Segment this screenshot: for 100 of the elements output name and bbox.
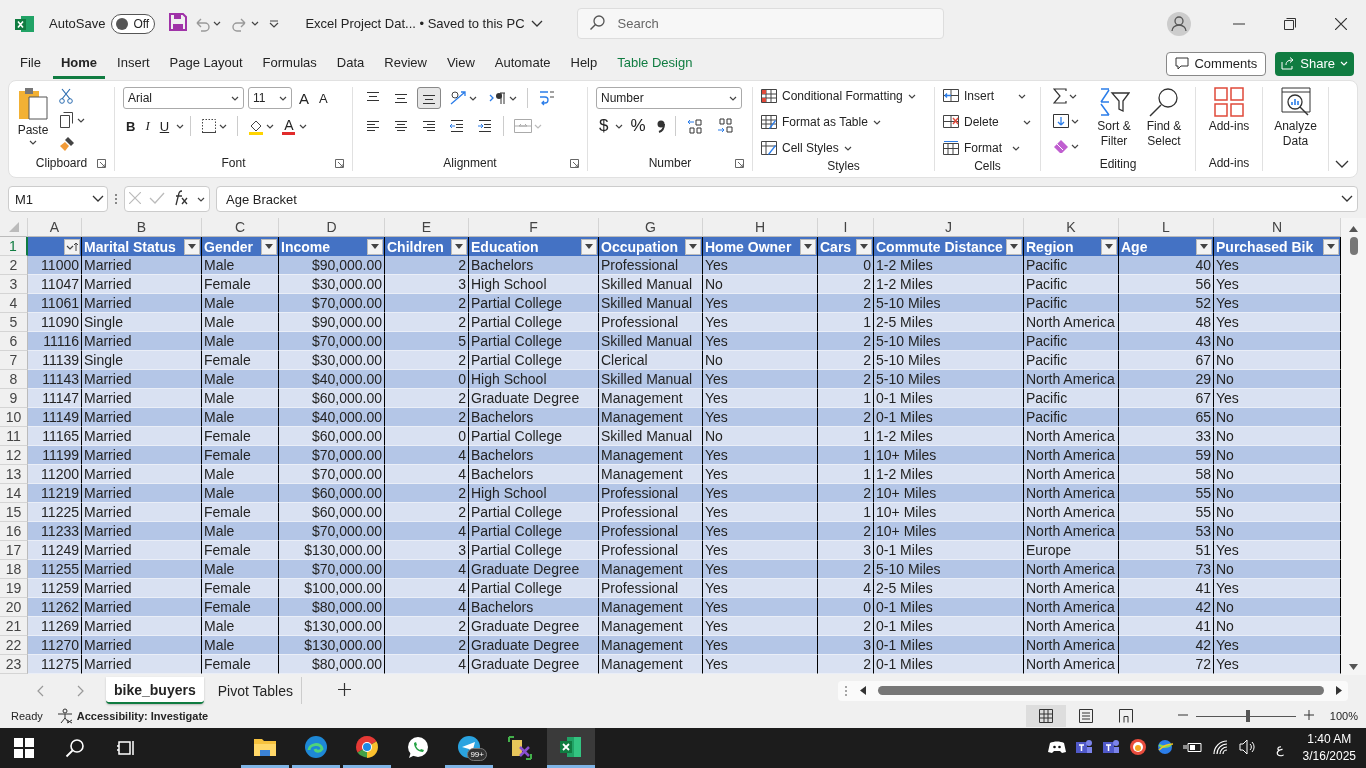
- clock-date[interactable]: 3/16/2025: [1302, 748, 1356, 765]
- font-name-field[interactable]: Arial: [123, 87, 244, 109]
- document-title[interactable]: Excel Project Dat... • Saved to this PC: [305, 16, 543, 31]
- ribbon-tab[interactable]: Review: [376, 48, 435, 79]
- filter-button[interactable]: [1101, 238, 1117, 255]
- font-color-button[interactable]: A: [282, 117, 296, 135]
- italic-button[interactable]: I: [142, 115, 153, 137]
- filter-button[interactable]: [800, 238, 816, 255]
- row-number[interactable]: 13: [5, 466, 22, 482]
- new-sheet-button[interactable]: [337, 682, 351, 699]
- row-number[interactable]: 3: [9, 276, 18, 292]
- sheet-tab[interactable]: bike_buyers: [106, 677, 204, 704]
- view-button[interactable]: [1025, 705, 1066, 727]
- row-number[interactable]: 20: [5, 599, 22, 615]
- scroll-right-button[interactable]: [1336, 683, 1342, 698]
- save-button[interactable]: [169, 13, 188, 34]
- vertical-align-button[interactable]: [417, 87, 441, 109]
- sort-filter-button[interactable]: Sort & Filter: [1093, 87, 1135, 157]
- row-number[interactable]: 6: [9, 333, 18, 349]
- ribbon-tab[interactable]: View: [438, 48, 483, 79]
- row-number[interactable]: 16: [5, 523, 22, 539]
- column-letter[interactable]: B: [136, 219, 147, 235]
- column-letter[interactable]: I: [843, 219, 848, 235]
- filter-button[interactable]: [1006, 238, 1022, 255]
- filter-button[interactable]: [184, 238, 200, 255]
- filter-button[interactable]: [261, 238, 277, 255]
- row-number[interactable]: 4: [9, 295, 18, 311]
- styles-menu-button[interactable]: Cell Styles: [761, 137, 926, 159]
- column-letter[interactable]: D: [326, 219, 337, 235]
- filter-button[interactable]: [685, 238, 701, 255]
- shrink-font-button[interactable]: A: [316, 87, 331, 109]
- formula-field[interactable]: Age Bracket: [216, 186, 1358, 212]
- row-number[interactable]: 18: [5, 561, 22, 577]
- zoom-level[interactable]: 100%: [1329, 710, 1358, 722]
- clock-time[interactable]: 1:40 AM: [1307, 731, 1352, 748]
- column-letter[interactable]: C: [234, 219, 246, 235]
- row-number[interactable]: 14: [5, 485, 22, 501]
- column-letter[interactable]: F: [529, 219, 538, 235]
- row-number[interactable]: 7: [9, 352, 18, 368]
- cells-menu-button[interactable]: Delete: [943, 111, 1032, 133]
- row-number[interactable]: 10: [5, 409, 22, 425]
- underline-button[interactable]: U: [156, 115, 173, 137]
- zoom-in-button[interactable]: [1303, 710, 1314, 722]
- ribbon-tab[interactable]: Formulas: [254, 48, 325, 79]
- row-number[interactable]: 8: [9, 371, 18, 387]
- row-number[interactable]: 22: [5, 637, 22, 653]
- name-box[interactable]: M1: [8, 186, 108, 212]
- row-number[interactable]: 12: [5, 447, 22, 463]
- taskbar-button[interactable]: 99+: [445, 728, 493, 768]
- input-language[interactable]: ع: [1275, 740, 1284, 756]
- share-button[interactable]: Share: [1275, 51, 1354, 76]
- filter-button[interactable]: [451, 238, 467, 255]
- ribbon-tab[interactable]: Insert: [109, 48, 158, 79]
- row-number[interactable]: 5: [9, 314, 18, 330]
- number-format-field[interactable]: Number: [596, 87, 742, 109]
- filter-button[interactable]: [581, 238, 597, 255]
- row-number[interactable]: 19: [5, 580, 22, 596]
- column-letter[interactable]: J: [945, 219, 952, 235]
- autosave-toggle[interactable]: Off: [111, 13, 156, 34]
- row-number[interactable]: 2: [9, 257, 18, 273]
- ribbon-tab[interactable]: Help: [562, 48, 606, 79]
- percent-button[interactable]: %: [627, 115, 649, 137]
- row-number[interactable]: 17: [5, 542, 22, 558]
- ribbon-tab[interactable]: Table Design: [609, 48, 701, 79]
- ribbon-tab[interactable]: Data: [328, 48, 373, 79]
- sheet-tab[interactable]: Pivot Tables: [209, 677, 302, 704]
- filter-button[interactable]: [1196, 238, 1212, 255]
- styles-menu-button[interactable]: Format as Table: [761, 111, 926, 133]
- styles-menu-button[interactable]: Conditional Formatting: [761, 85, 926, 107]
- column-letter[interactable]: H: [754, 219, 766, 235]
- row-number[interactable]: 11: [6, 428, 21, 444]
- row-number[interactable]: 15: [5, 504, 22, 520]
- scrollbar-thumb[interactable]: [1349, 237, 1358, 255]
- column-letter[interactable]: K: [1066, 219, 1076, 235]
- row-number[interactable]: 21: [5, 618, 22, 634]
- ribbon-tab[interactable]: Page Layout: [161, 48, 251, 79]
- paste-button[interactable]: Paste: [17, 87, 49, 155]
- cells-menu-button[interactable]: Insert: [943, 85, 1032, 107]
- ribbon-tab[interactable]: File: [12, 48, 49, 79]
- search-field[interactable]: Search: [576, 8, 944, 39]
- column-letter[interactable]: L: [1162, 219, 1170, 235]
- find-select-button[interactable]: Find & Select: [1141, 87, 1187, 157]
- zoom-slider-thumb[interactable]: [1245, 710, 1250, 722]
- row-number[interactable]: 1: [9, 238, 17, 254]
- scrollbar-thumb[interactable]: [878, 686, 1324, 695]
- scroll-left-button[interactable]: [860, 683, 866, 698]
- font-size-field[interactable]: 11: [248, 87, 292, 109]
- column-letter[interactable]: G: [645, 219, 656, 235]
- ribbon-tab[interactable]: Automate: [486, 48, 559, 79]
- filter-button[interactable]: [367, 238, 383, 255]
- bold-button[interactable]: B: [123, 115, 139, 137]
- row-number[interactable]: 9: [9, 390, 18, 406]
- add-ins-button[interactable]: Add-ins: [1208, 87, 1250, 155]
- row-number[interactable]: 23: [5, 656, 22, 672]
- column-letter[interactable]: A: [49, 219, 60, 235]
- accessibility-button[interactable]: Accessibility: Investigate: [56, 708, 209, 724]
- grow-font-button[interactable]: A: [296, 87, 312, 109]
- analyze-data-button[interactable]: Analyze Data: [1271, 87, 1320, 155]
- column-letter[interactable]: N: [1271, 219, 1283, 235]
- filter-button[interactable]: [856, 238, 872, 255]
